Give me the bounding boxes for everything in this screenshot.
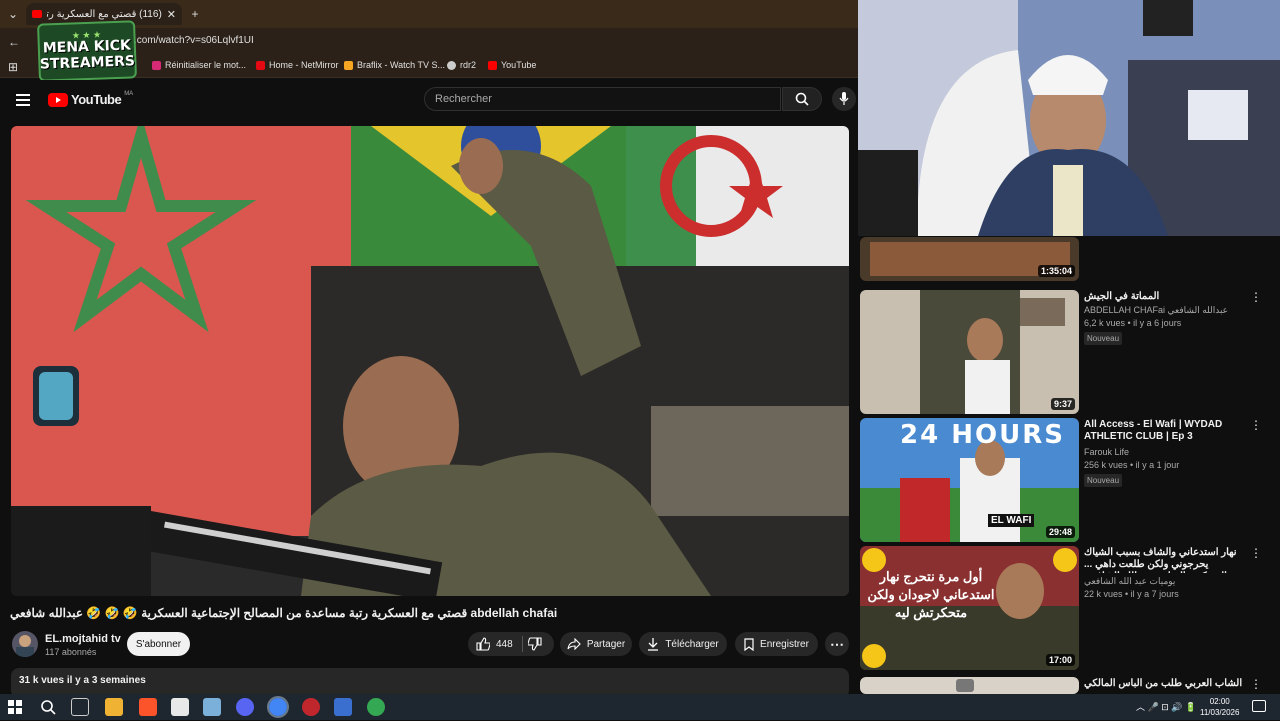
thumbs-down-icon <box>527 637 542 651</box>
thumbs-up-icon <box>476 637 490 651</box>
bookmark-item[interactable]: Braflix - Watch TV S... <box>344 60 445 70</box>
youtube-icon <box>488 60 497 70</box>
apps-grid-icon[interactable]: ⊞ <box>5 59 21 75</box>
share-button[interactable]: Partager <box>560 632 632 656</box>
more-options-icon[interactable]: ⋮ <box>1250 419 1262 431</box>
mena-kick-streamers-logo: ★ ★ ★ MENA KICK STREAMERS <box>37 20 137 82</box>
brave-icon[interactable] <box>139 698 157 716</box>
tray-icons[interactable]: ︿ 🎤 ⊡ 🔊 🔋 <box>1136 700 1196 713</box>
sidebar-video-meta: 22 k vues • il y a 7 jours <box>1084 589 1179 599</box>
file-explorer-icon[interactable] <box>105 698 123 716</box>
sidebar-video-title[interactable]: الشاب العربي طلب من الباس المالكي طوسة م… <box>1084 678 1249 690</box>
webcam-overlay <box>858 0 1280 236</box>
bookmark-item[interactable]: Home - NetMirror <box>256 60 339 70</box>
tab-title: (116) قصتي مع العسكرية رتبة <box>47 8 162 20</box>
system-clock[interactable]: 02:00 11/03/2026 <box>1200 696 1239 718</box>
voice-search-button[interactable] <box>832 87 856 111</box>
channel-name[interactable]: EL.mojtahid tv <box>45 633 121 645</box>
more-options-icon[interactable]: ⋮ <box>1250 678 1262 690</box>
taskbar-search-icon[interactable] <box>39 698 57 716</box>
close-tab-icon[interactable]: ✕ <box>167 8 176 21</box>
microphone-icon <box>839 92 849 105</box>
sidebar-video-meta: 256 k vues • il y a 1 jour <box>1084 460 1180 470</box>
sidebar-video-thumbnail[interactable] <box>860 677 1079 694</box>
webcam-frame <box>858 0 1280 236</box>
video-frame <box>11 126 849 596</box>
more-actions-icon[interactable]: ⋯ <box>825 632 849 656</box>
store-icon[interactable] <box>171 698 189 716</box>
bookmark-item[interactable]: Réinitialiser le mot... <box>152 60 246 70</box>
braflix-icon <box>344 60 353 70</box>
discord-icon[interactable] <box>236 698 254 716</box>
obs-icon[interactable] <box>302 698 320 716</box>
sidebar-video-channel[interactable]: ABDELLAH CHAFai عبدالله الشافعي <box>1084 305 1228 316</box>
url-field[interactable]: .com/watch?v=s06Lqlvf1UI <box>134 35 254 46</box>
sidebar-video-thumbnail[interactable]: 24 HOURS EL WAFI 29:48 <box>860 418 1079 542</box>
download-button[interactable]: Télécharger <box>639 632 727 656</box>
video-player[interactable] <box>11 126 849 596</box>
windows-taskbar <box>0 694 1280 720</box>
menu-hamburger-icon[interactable] <box>16 93 32 106</box>
bookmark-item[interactable]: rdr2 <box>447 60 476 70</box>
sidebar-video-title[interactable]: نهار استدعاني والشاف بسبب الشياك يحرجوني… <box>1084 547 1249 573</box>
sidebar-video-meta: 6,2 k vues • il y a 6 jours <box>1084 318 1182 328</box>
search-icon <box>795 92 809 106</box>
subscriber-count: 117 abonnés <box>45 647 97 657</box>
subscribe-button[interactable]: S'abonner <box>127 632 190 656</box>
new-tab-icon[interactable]: + <box>187 6 203 22</box>
more-options-icon[interactable]: ⋮ <box>1250 547 1262 559</box>
notification-icon[interactable] <box>1252 700 1266 712</box>
windows-start-icon[interactable] <box>7 699 23 715</box>
bookmark-icon <box>744 637 754 651</box>
dislike-button[interactable] <box>527 637 544 651</box>
sidebar-video-thumbnail[interactable]: 9:37 <box>860 290 1079 414</box>
download-icon <box>648 638 659 651</box>
views-and-date: 31 k vues il y a 3 semaines <box>19 675 146 686</box>
back-arrow-icon[interactable]: ← <box>6 34 22 50</box>
like-button[interactable]: 448 <box>476 637 513 651</box>
more-options-icon[interactable]: ⋮ <box>1250 291 1262 303</box>
sidebar-video-title[interactable]: All Access - El Wafi | WYDAD ATHLETIC CL… <box>1084 419 1249 443</box>
search-input[interactable]: Rechercher <box>424 87 781 111</box>
share-arrow-icon <box>567 638 581 650</box>
sidebar-video-channel[interactable]: يوميات عبد الله الشافعي <box>1084 576 1175 587</box>
youtube-logo[interactable]: YouTube MA <box>48 91 133 107</box>
sidebar-video-channel[interactable]: Farouk Life <box>1084 447 1129 457</box>
app-icon[interactable] <box>334 698 352 716</box>
new-badge: Nouveau <box>1084 474 1123 487</box>
channel-avatar[interactable] <box>12 631 38 657</box>
chrome-icon[interactable] <box>267 696 289 718</box>
video-title: قصتي مع العسكرية رتبة مساعدة من المصالح … <box>10 606 558 620</box>
sidebar-video-title[interactable]: المماتة في الجيش <box>1084 291 1249 303</box>
globe-icon <box>447 60 456 70</box>
instagram-icon <box>152 60 161 70</box>
youtube-play-icon <box>48 92 68 107</box>
like-divider <box>522 636 523 652</box>
chrome-green-icon[interactable] <box>367 698 385 716</box>
new-badge: Nouveau <box>1084 332 1123 345</box>
save-button[interactable]: Enregistrer <box>735 632 818 656</box>
task-view-icon[interactable] <box>71 698 89 716</box>
sidebar-video-thumbnail[interactable]: 1:35:04 <box>860 237 1079 281</box>
app-icon[interactable] <box>203 698 221 716</box>
bookmark-item[interactable]: YouTube <box>488 60 536 70</box>
tab-search-icon[interactable]: ⌄ <box>5 6 21 22</box>
sidebar-video-thumbnail[interactable]: أول مرة نتحرج نهار استدعاني لاجودان ولكن… <box>860 546 1079 670</box>
youtube-favicon-icon <box>32 10 42 18</box>
netmirror-icon <box>256 60 265 70</box>
search-button[interactable] <box>782 87 822 111</box>
